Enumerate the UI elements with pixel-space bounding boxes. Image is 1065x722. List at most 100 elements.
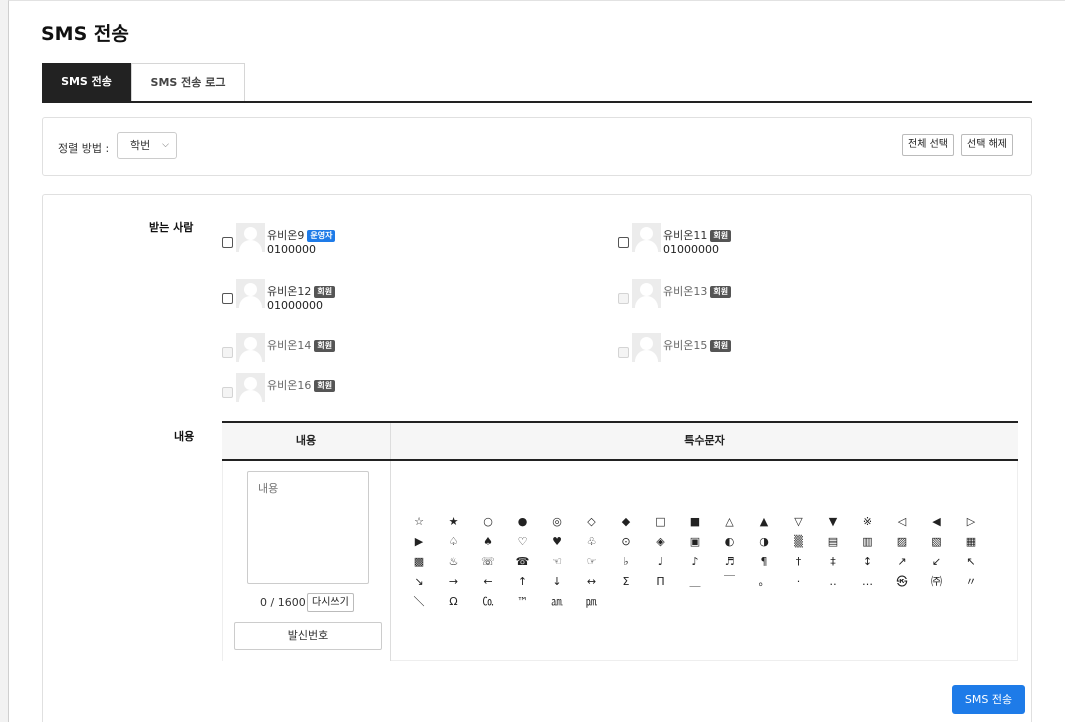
special-char[interactable]: ▼ bbox=[822, 513, 844, 531]
special-char[interactable]: ☆ bbox=[408, 513, 430, 531]
recipient-name: 유비온11 회원 bbox=[663, 227, 732, 243]
special-char[interactable]: ☎ bbox=[512, 553, 534, 571]
special-char[interactable]: ♩ bbox=[650, 553, 672, 571]
special-char[interactable]: ㏘ bbox=[581, 593, 603, 611]
recipient-name: 유비온9 운영자 bbox=[267, 227, 336, 243]
special-char[interactable]: ▷ bbox=[960, 513, 982, 531]
tab-sms-send[interactable]: SMS 전송 bbox=[42, 63, 131, 101]
special-char[interactable]: ♭ bbox=[615, 553, 637, 571]
content-row-label: 내용 bbox=[174, 430, 195, 443]
special-char[interactable]: ▧ bbox=[926, 533, 948, 551]
special-char[interactable]: ▦ bbox=[960, 533, 982, 551]
special-char[interactable]: Σ bbox=[615, 573, 637, 591]
special-char[interactable]: ▩ bbox=[408, 553, 430, 571]
tab-sms-log[interactable]: SMS 전송 로그 bbox=[131, 63, 245, 101]
sender-number-button[interactable]: 발신번호 bbox=[234, 622, 382, 650]
special-char[interactable]: ↓ bbox=[546, 573, 568, 591]
special-char[interactable]: ㈜ bbox=[926, 573, 948, 591]
recipient-name-text: 유비온15 bbox=[663, 339, 708, 352]
special-char[interactable]: ㏂ bbox=[546, 593, 568, 611]
special-char[interactable]: 〃 bbox=[960, 573, 982, 591]
special-char[interactable]: 。 bbox=[753, 573, 775, 591]
special-char[interactable]: ↙ bbox=[926, 553, 948, 571]
select-all-button[interactable]: 전체 선택 bbox=[902, 134, 954, 156]
special-char[interactable]: ▽ bbox=[788, 513, 810, 531]
content-column-header: 내용 bbox=[222, 423, 391, 459]
sms-send-button[interactable]: SMS 전송 bbox=[952, 685, 1025, 714]
recipient-name-text: 유비온16 bbox=[267, 379, 312, 392]
special-char[interactable]: □ bbox=[650, 513, 672, 531]
special-char[interactable]: ▨ bbox=[891, 533, 913, 551]
reset-button[interactable]: 다시쓰기 bbox=[307, 593, 354, 612]
special-char[interactable]: ㉿ bbox=[891, 573, 913, 591]
special-char[interactable]: ＿ bbox=[684, 573, 706, 591]
special-char[interactable]: ← bbox=[477, 573, 499, 591]
special-char[interactable]: ♠ bbox=[477, 533, 499, 551]
special-char[interactable]: ⊙ bbox=[615, 533, 637, 551]
special-char[interactable]: ● bbox=[512, 513, 534, 531]
special-char[interactable]: … bbox=[857, 573, 879, 591]
special-char[interactable]: ♬ bbox=[719, 553, 741, 571]
recipient-checkbox[interactable] bbox=[618, 293, 629, 304]
special-char[interactable]: ◁ bbox=[891, 513, 913, 531]
special-char[interactable]: ◑ bbox=[753, 533, 775, 551]
special-char[interactable]: ♪ bbox=[684, 553, 706, 571]
special-char[interactable]: ↑ bbox=[512, 573, 534, 591]
special-char[interactable]: ↘ bbox=[408, 573, 430, 591]
special-char[interactable]: △ bbox=[719, 513, 741, 531]
special-char[interactable]: ↗ bbox=[891, 553, 913, 571]
deselect-all-button[interactable]: 선택 해제 bbox=[961, 134, 1013, 156]
special-char[interactable]: ▲ bbox=[753, 513, 775, 531]
special-char[interactable]: → bbox=[443, 573, 465, 591]
message-textarea[interactable] bbox=[247, 471, 369, 584]
special-char[interactable]: ※ bbox=[857, 513, 879, 531]
recipient-checkbox[interactable] bbox=[222, 387, 233, 398]
recipient-checkbox[interactable] bbox=[222, 237, 233, 248]
special-char[interactable]: Π bbox=[650, 573, 672, 591]
sort-select[interactable]: 학번 ⌵ bbox=[117, 132, 177, 159]
recipient-name: 유비온16 회원 bbox=[267, 377, 336, 393]
special-char[interactable]: ㏇ bbox=[477, 593, 499, 611]
special-char[interactable]: ♤ bbox=[443, 533, 465, 551]
special-char[interactable]: ◆ bbox=[615, 513, 637, 531]
recipient-checkbox[interactable] bbox=[222, 347, 233, 358]
special-char[interactable]: ™ bbox=[512, 593, 534, 611]
special-char[interactable]: ￣ bbox=[719, 573, 741, 591]
special-char[interactable]: ◇ bbox=[581, 513, 603, 531]
special-char[interactable]: ＼ bbox=[408, 593, 430, 611]
special-char[interactable]: ▥ bbox=[857, 533, 879, 551]
role-badge: 회원 bbox=[710, 286, 732, 298]
recipient-name-text: 유비온13 bbox=[663, 285, 708, 298]
special-char[interactable]: ↕ bbox=[857, 553, 879, 571]
special-char[interactable]: ♨ bbox=[443, 553, 465, 571]
special-char[interactable]: ♧ bbox=[581, 533, 603, 551]
special-char[interactable]: ¶ bbox=[753, 553, 775, 571]
special-char[interactable]: ♥ bbox=[546, 533, 568, 551]
recipient-checkbox[interactable] bbox=[618, 347, 629, 358]
special-char[interactable]: ↖ bbox=[960, 553, 982, 571]
special-char[interactable]: ♡ bbox=[512, 533, 534, 551]
special-char[interactable]: ◎ bbox=[546, 513, 568, 531]
special-char[interactable]: ▤ bbox=[822, 533, 844, 551]
special-char[interactable]: ‥ bbox=[822, 573, 844, 591]
special-char[interactable]: ▶ bbox=[408, 533, 430, 551]
special-char[interactable]: ◐ bbox=[719, 533, 741, 551]
special-char[interactable]: ■ bbox=[684, 513, 706, 531]
special-char[interactable]: ◈ bbox=[650, 533, 672, 551]
special-char[interactable]: ‡ bbox=[822, 553, 844, 571]
special-char[interactable]: ↔ bbox=[581, 573, 603, 591]
special-char[interactable]: · bbox=[788, 573, 810, 591]
special-char[interactable]: ○ bbox=[477, 513, 499, 531]
special-char[interactable]: Ω bbox=[443, 593, 465, 611]
special-char[interactable]: ▒ bbox=[788, 533, 810, 551]
special-char[interactable]: ☏ bbox=[477, 553, 499, 571]
special-char[interactable]: ▣ bbox=[684, 533, 706, 551]
special-char[interactable]: † bbox=[788, 553, 810, 571]
special-char[interactable]: ☞ bbox=[581, 553, 603, 571]
recipient-checkbox[interactable] bbox=[222, 293, 233, 304]
special-char[interactable]: ◀ bbox=[926, 513, 948, 531]
special-char[interactable]: ★ bbox=[443, 513, 465, 531]
avatar bbox=[236, 373, 265, 402]
recipient-checkbox[interactable] bbox=[618, 237, 629, 248]
special-char[interactable]: ☜ bbox=[546, 553, 568, 571]
